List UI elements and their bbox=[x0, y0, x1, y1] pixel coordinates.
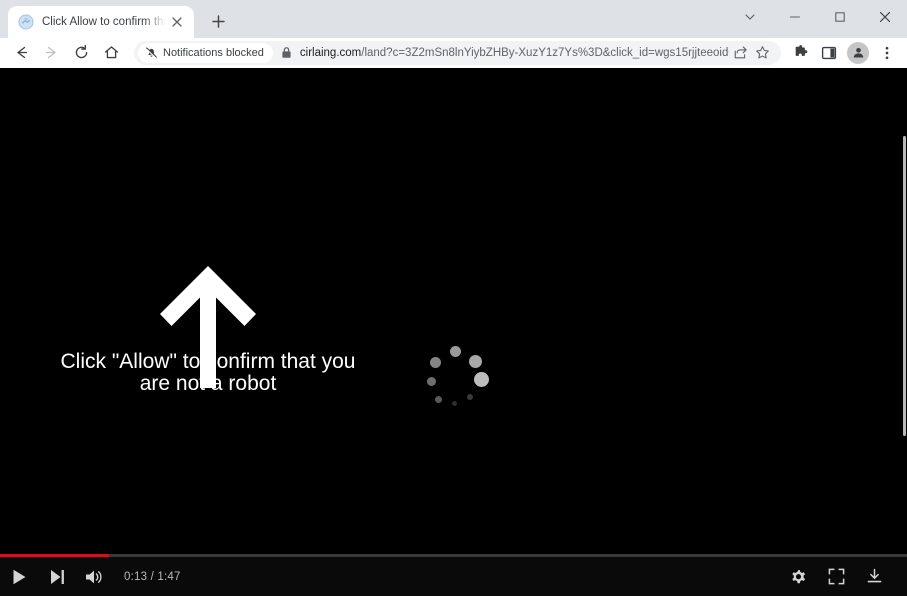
notifications-blocked-label: Notifications blocked bbox=[163, 46, 264, 59]
reload-button[interactable] bbox=[67, 39, 95, 67]
spinner-dot bbox=[467, 394, 473, 400]
spinner-dot bbox=[430, 357, 441, 368]
url-path: /land?c=3Z2mSn8lnYiybZHBy-XuzY1z7Ys%3D&c… bbox=[361, 46, 729, 59]
side-panel-button[interactable] bbox=[816, 40, 842, 66]
side-panel-icon bbox=[821, 46, 837, 59]
page-title: Click "Allow" to confirm that you are no… bbox=[22, 350, 394, 396]
download-icon bbox=[867, 568, 881, 583]
scrollbar-thumb[interactable] bbox=[903, 136, 906, 436]
spinner-dot bbox=[450, 346, 461, 357]
spinner-dot bbox=[474, 372, 489, 387]
new-tab-button[interactable] bbox=[204, 7, 232, 35]
notifications-blocked-chip[interactable]: Notifications blocked bbox=[138, 42, 273, 63]
next-track-icon bbox=[50, 569, 64, 584]
close-icon bbox=[879, 11, 890, 23]
forward-button[interactable] bbox=[37, 39, 65, 67]
extensions-button[interactable] bbox=[788, 40, 814, 66]
toolbar-actions bbox=[787, 40, 901, 66]
person-icon bbox=[853, 47, 863, 58]
controls-right-group bbox=[779, 558, 907, 596]
spinner-dot bbox=[435, 396, 442, 403]
plus-icon bbox=[211, 14, 225, 28]
play-button[interactable] bbox=[0, 558, 38, 596]
bell-slash-icon bbox=[145, 46, 158, 59]
browser-window: Click Allow to confirm that you a bbox=[0, 0, 907, 596]
play-icon bbox=[13, 569, 25, 584]
video-stage[interactable]: Click "Allow" to confirm that you are no… bbox=[0, 68, 907, 596]
puzzle-icon bbox=[795, 44, 808, 56]
settings-button[interactable] bbox=[779, 558, 817, 596]
close-window-button[interactable] bbox=[862, 0, 907, 34]
share-icon[interactable] bbox=[729, 42, 751, 64]
page-favicon bbox=[18, 14, 34, 30]
minimize-button[interactable] bbox=[772, 0, 817, 34]
volume-icon bbox=[86, 570, 102, 583]
browser-tab[interactable]: Click Allow to confirm that you a bbox=[8, 6, 194, 38]
bookmark-star-icon[interactable] bbox=[751, 42, 773, 64]
kebab-menu-icon bbox=[885, 46, 889, 59]
maximize-button[interactable] bbox=[817, 0, 862, 34]
spinner-dot bbox=[452, 401, 457, 406]
gear-icon bbox=[791, 569, 805, 584]
video-timecode: 0:13 / 1:47 bbox=[124, 570, 181, 583]
minimize-icon bbox=[789, 16, 800, 18]
address-bar[interactable]: Notifications blocked cirlaing.com/land?… bbox=[134, 40, 781, 65]
avatar[interactable] bbox=[847, 41, 869, 64]
spinner-dot bbox=[427, 377, 436, 386]
close-icon[interactable] bbox=[168, 13, 186, 31]
maximize-icon bbox=[834, 12, 845, 22]
arrow-left-icon bbox=[16, 46, 27, 59]
next-button[interactable] bbox=[38, 558, 76, 596]
fullscreen-icon bbox=[828, 568, 844, 585]
url-host: cirlaing.com bbox=[299, 46, 362, 59]
mute-button[interactable] bbox=[76, 558, 114, 596]
omnibox-actions bbox=[729, 42, 773, 64]
fullscreen-button[interactable] bbox=[817, 558, 855, 596]
browser-toolbar: Notifications blocked cirlaing.com/land?… bbox=[0, 38, 907, 68]
tab-title: Click Allow to confirm that you a bbox=[42, 16, 166, 28]
download-button[interactable] bbox=[855, 558, 893, 596]
chevron-down-icon bbox=[744, 14, 755, 20]
arrow-right-icon bbox=[45, 46, 56, 59]
url-text[interactable]: cirlaing.com/land?c=3Z2mSn8lnYiybZHBy-Xu… bbox=[300, 47, 729, 59]
video-controls: 0:13 / 1:47 bbox=[0, 557, 907, 596]
loading-spinner bbox=[425, 346, 489, 408]
page-content: Click "Allow" to confirm that you are no… bbox=[0, 68, 907, 596]
chrome-menu-button[interactable] bbox=[874, 40, 900, 66]
lock-icon[interactable] bbox=[281, 46, 295, 59]
home-button[interactable] bbox=[97, 39, 125, 67]
page-scrollbar[interactable] bbox=[903, 136, 907, 596]
spinner-dot bbox=[469, 355, 482, 368]
prompt-line-2: are not a robot bbox=[139, 372, 277, 396]
home-icon bbox=[104, 46, 118, 59]
prompt-line-1: Click "Allow" to confirm that you bbox=[60, 350, 356, 373]
tab-strip: Click Allow to confirm that you a bbox=[0, 0, 907, 38]
tab-search-button[interactable] bbox=[727, 0, 772, 34]
window-controls bbox=[727, 0, 907, 34]
reload-icon bbox=[75, 44, 87, 59]
back-button[interactable] bbox=[7, 39, 35, 67]
